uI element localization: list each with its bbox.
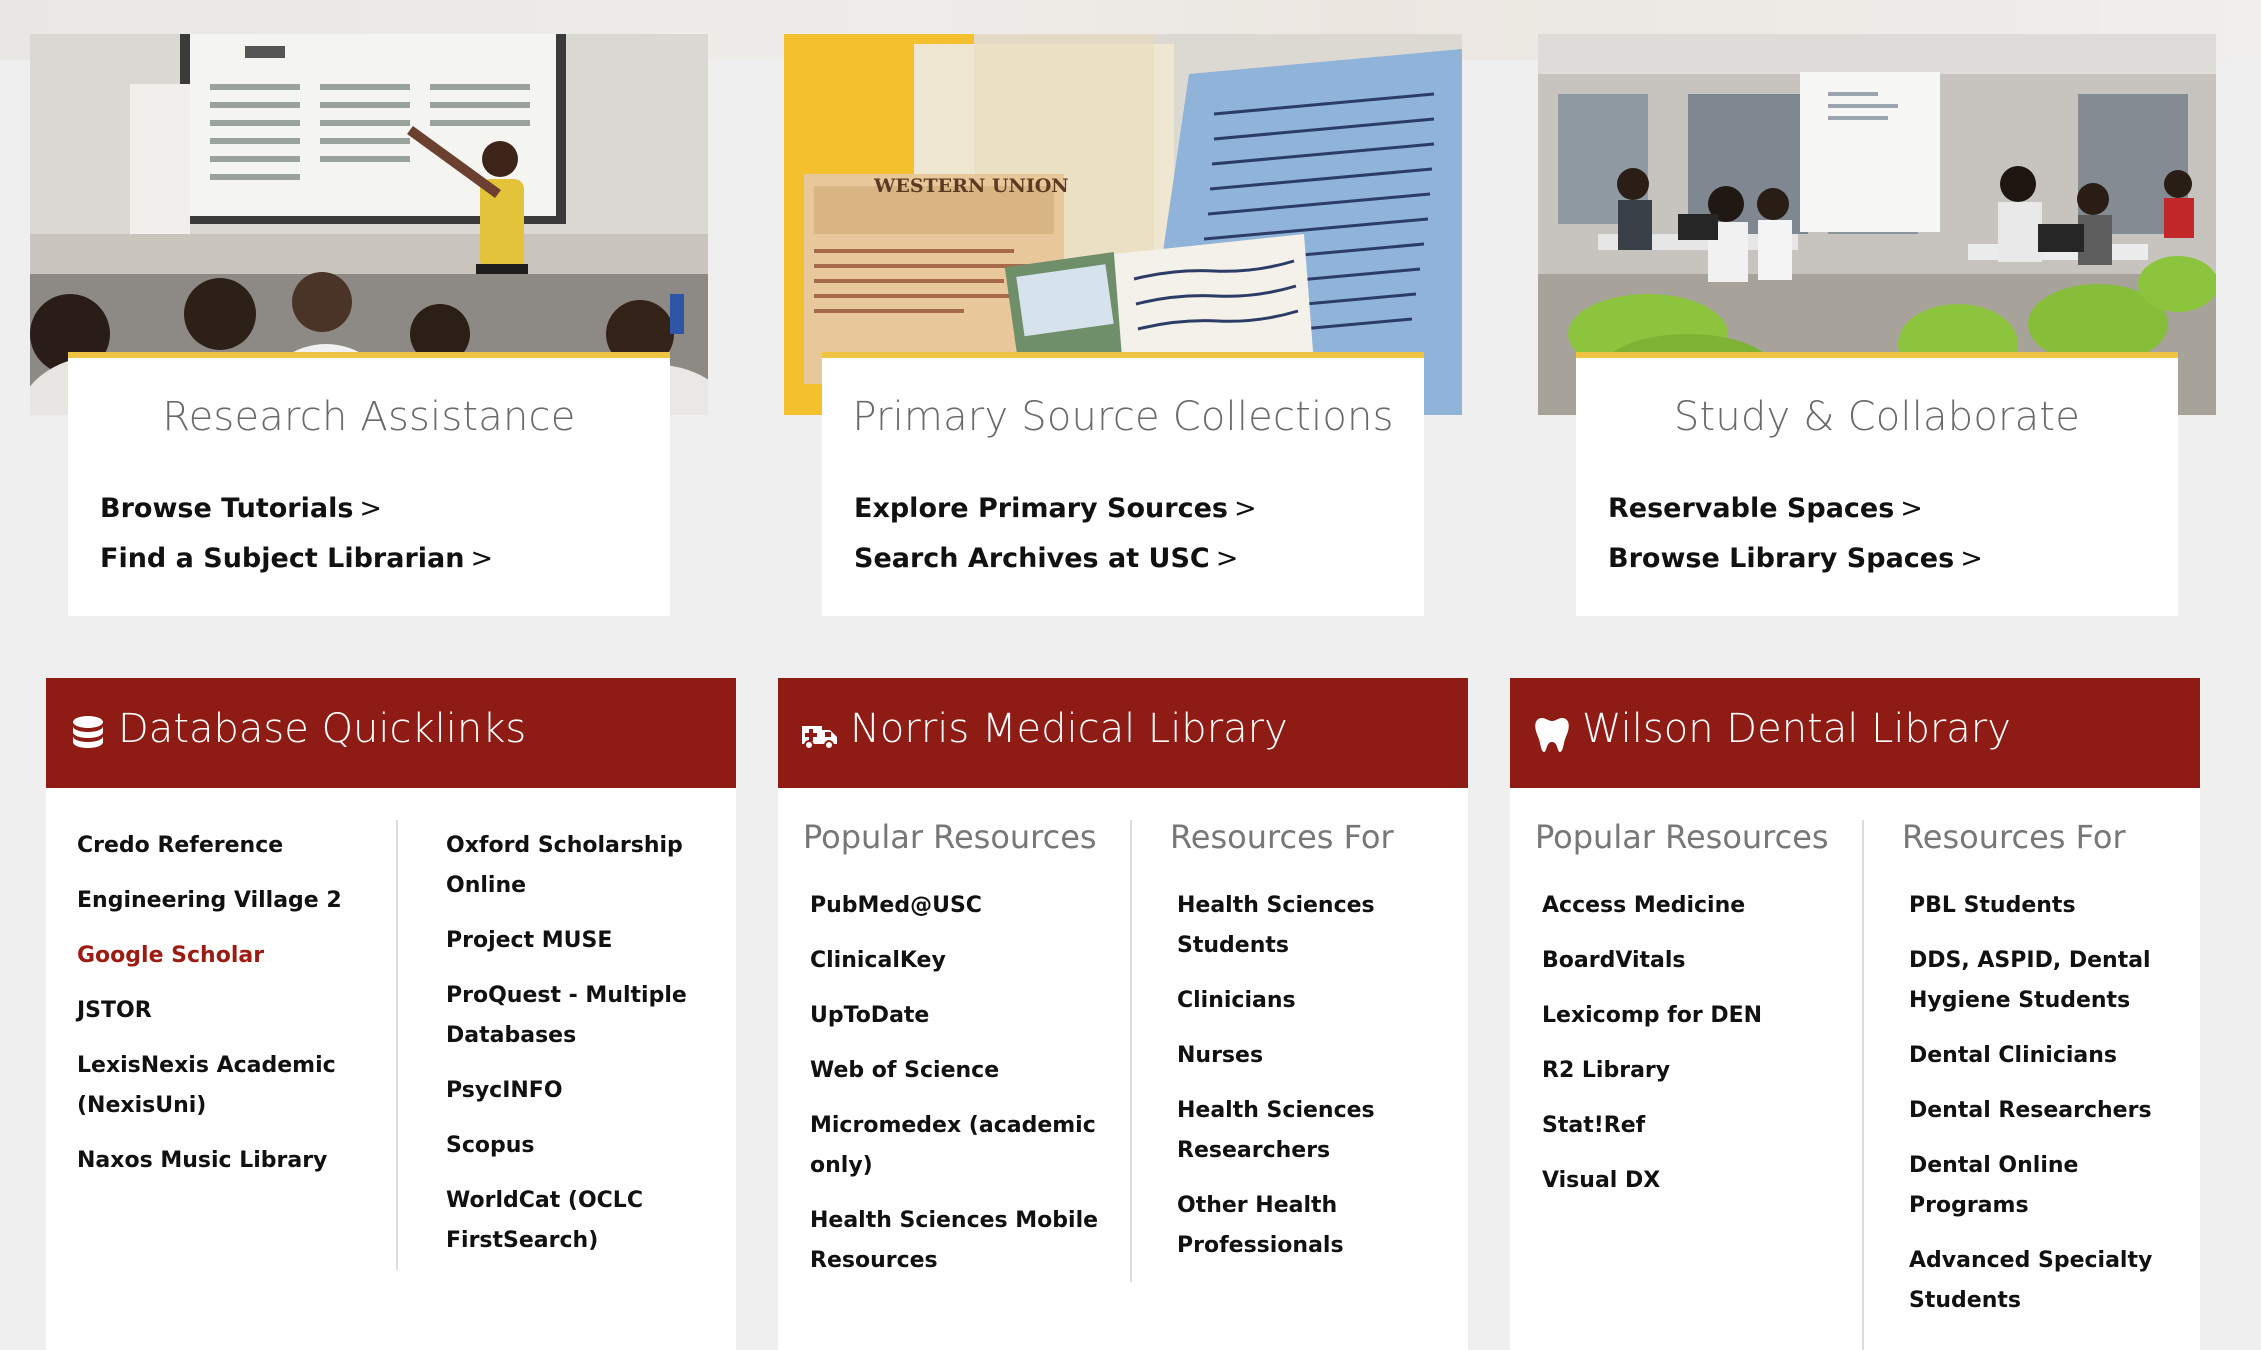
wilson-resources-for: Resources For PBL Students DDS, ASPID, D… [1902, 818, 2182, 1336]
column-divider [1862, 820, 1864, 1350]
audience-link[interactable]: Advanced Specialty Students [1909, 1241, 2182, 1321]
chevron-right-icon: > [1215, 543, 1239, 574]
card-links: Reservable Spaces > Browse Library Spaces… [1608, 484, 1983, 584]
audience-link[interactable]: Clinicians [1177, 981, 1450, 1021]
link-label: Search Archives at USC [854, 543, 1210, 574]
resource-link[interactable]: UpToDate [810, 996, 1123, 1036]
audience-link[interactable]: Nurses [1177, 1036, 1450, 1076]
audience-link[interactable]: Dental Clinicians [1909, 1036, 2182, 1076]
database-link[interactable]: Naxos Music Library [77, 1141, 377, 1181]
feature-research-assistance: Research Assistance Browse Tutorials > Fi… [30, 34, 708, 616]
card-title: Research Assistance [162, 394, 576, 440]
resource-link[interactable]: Stat!Ref [1542, 1106, 1855, 1146]
feature-study-collaborate: Study & Collaborate Reservable Spaces > B… [1538, 34, 2216, 616]
norris-popular-resources: Popular Resources PubMed@USC ClinicalKey… [803, 818, 1123, 1296]
audience-link[interactable]: DDS, ASPID, Dental Hygiene Students [1909, 941, 2182, 1021]
database-link[interactable]: Oxford Scholarship Online [446, 826, 706, 906]
resource-link[interactable]: Web of Science [810, 1051, 1123, 1091]
database-link[interactable]: Scopus [446, 1126, 706, 1166]
audience-link[interactable]: Dental Online Programs [1909, 1146, 2182, 1226]
norris-medical-library-panel: Norris Medical Library Popular Resources… [778, 678, 1468, 1350]
panel-title: Norris Medical Library [850, 706, 1288, 752]
card-title: Study & Collaborate [1673, 394, 2081, 440]
column-heading: Popular Resources [1535, 818, 1829, 856]
browse-library-spaces-link[interactable]: Browse Library Spaces > [1608, 534, 1983, 584]
chevron-right-icon: > [359, 493, 383, 524]
database-link[interactable]: Engineering Village 2 [77, 881, 377, 921]
resource-link[interactable]: PubMed@USC [810, 886, 1123, 926]
column-heading: Resources For [1902, 818, 2126, 856]
primary-source-collections-card: Primary Source Collections Explore Prima… [822, 352, 1424, 616]
database-col-1: Credo Reference Engineering Village 2 Go… [77, 826, 377, 1196]
database-col-2: Oxford Scholarship Online Project MUSE P… [446, 826, 706, 1276]
resource-link[interactable]: Lexicomp for DEN [1542, 996, 1855, 1036]
ambulance-icon [802, 726, 837, 750]
feature-primary-source-collections: WESTERN UNION Primary Source Collections… [784, 34, 1462, 616]
link-label: Browse Tutorials [100, 493, 354, 524]
reservable-spaces-link[interactable]: Reservable Spaces > [1608, 484, 1983, 534]
study-collaborate-card: Study & Collaborate Reservable Spaces > B… [1576, 352, 2178, 616]
browse-tutorials-link[interactable]: Browse Tutorials > [100, 484, 493, 534]
resource-link[interactable]: Access Medicine [1542, 886, 1855, 926]
resource-link[interactable]: R2 Library [1542, 1051, 1855, 1091]
panel-header: Wilson Dental Library [1510, 678, 2200, 788]
link-label: Browse Library Spaces [1608, 543, 1955, 574]
find-subject-librarian-link[interactable]: Find a Subject Librarian > [100, 534, 493, 584]
resource-link[interactable]: Micromedex (academic only) [810, 1106, 1123, 1186]
research-assistance-card: Research Assistance Browse Tutorials > Fi… [68, 352, 670, 616]
resource-link[interactable]: Health Sciences Mobile Resources [810, 1201, 1123, 1281]
chevron-right-icon: > [1960, 543, 1983, 574]
wilson-dental-library-panel: Wilson Dental Library Popular Resources … [1510, 678, 2200, 1350]
link-label: Reservable Spaces [1608, 493, 1895, 524]
audience-link[interactable]: PBL Students [1909, 886, 2182, 926]
tooth-icon [1535, 718, 1569, 752]
card-links: Browse Tutorials > Find a Subject Librari… [100, 484, 493, 584]
column-divider [1130, 820, 1132, 1282]
audience-link[interactable]: Health Sciences Researchers [1177, 1091, 1450, 1171]
database-link-active[interactable]: Google Scholar [77, 936, 377, 976]
card-links: Explore Primary Sources > Search Archives… [854, 484, 1257, 584]
chevron-right-icon: > [470, 543, 494, 574]
wilson-popular-resources: Popular Resources Access Medicine BoardV… [1535, 818, 1855, 1216]
explore-primary-sources-link[interactable]: Explore Primary Sources > [854, 484, 1257, 534]
database-link[interactable]: PsycINFO [446, 1071, 706, 1111]
column-divider [396, 820, 398, 1270]
database-icon [73, 716, 103, 748]
database-link[interactable]: ProQuest - Multiple Databases [446, 976, 706, 1056]
resource-link[interactable]: ClinicalKey [810, 941, 1123, 981]
database-link[interactable]: Credo Reference [77, 826, 377, 866]
database-link[interactable]: WorldCat (OCLC FirstSearch) [446, 1181, 706, 1261]
chevron-right-icon: > [1900, 493, 1923, 524]
audience-link[interactable]: Health Sciences Students [1177, 886, 1450, 966]
panel-header: Database Quicklinks [46, 678, 736, 788]
panel-title: Wilson Dental Library [1582, 706, 2011, 752]
chevron-right-icon: > [1233, 493, 1257, 524]
database-link[interactable]: LexisNexis Academic (NexisUni) [77, 1046, 377, 1126]
audience-link[interactable]: Other Health Professionals [1177, 1186, 1450, 1266]
link-label: Find a Subject Librarian [100, 543, 465, 574]
card-title: Primary Source Collections [852, 394, 1394, 440]
panel-title: Database Quicklinks [118, 706, 527, 752]
database-link[interactable]: JSTOR [77, 991, 377, 1031]
panel-header: Norris Medical Library [778, 678, 1468, 788]
telegram-brand-text: WESTERN UNION [873, 175, 1069, 197]
database-quicklinks-panel: Database Quicklinks Credo Reference Engi… [46, 678, 736, 1350]
database-link[interactable]: Project MUSE [446, 921, 706, 961]
audience-link[interactable]: Dental Researchers [1909, 1091, 2182, 1131]
resource-link[interactable]: Visual DX [1542, 1161, 1855, 1201]
resource-link[interactable]: BoardVitals [1542, 941, 1855, 981]
link-label: Explore Primary Sources [854, 493, 1228, 524]
column-heading: Resources For [1170, 818, 1394, 856]
norris-resources-for: Resources For Health Sciences Students C… [1170, 818, 1450, 1281]
column-heading: Popular Resources [803, 818, 1097, 856]
search-archives-link[interactable]: Search Archives at USC > [854, 534, 1257, 584]
